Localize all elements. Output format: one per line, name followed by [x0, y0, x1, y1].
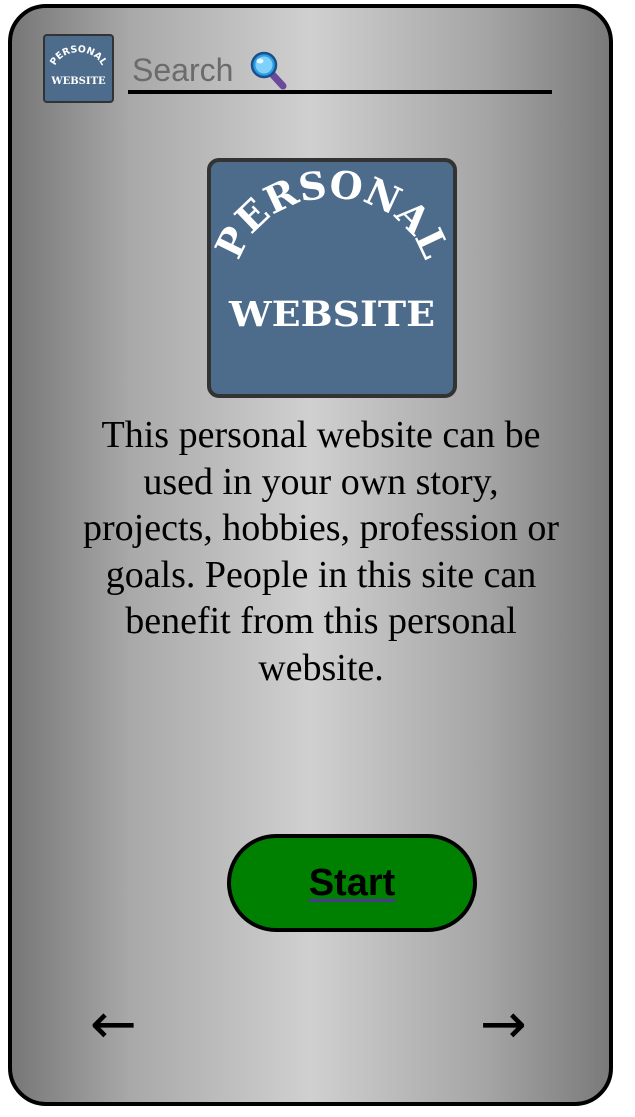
site-logo-small[interactable]: PERSONAL WEBSITE: [43, 34, 114, 103]
search-input[interactable]: [132, 52, 244, 88]
small-logo-arc-text: PERSONAL: [48, 44, 109, 67]
phone-frame: PERSONAL WEBSITE PERSONAL WEBSITE Th: [8, 4, 613, 1106]
logo-bottom-text: WEBSITE: [228, 294, 435, 335]
forward-arrow-icon[interactable]: →: [480, 997, 527, 1053]
site-logo-small-graphic: PERSONAL WEBSITE: [48, 44, 109, 87]
start-button-label: Start: [308, 861, 396, 904]
search-bar: [128, 50, 552, 94]
start-button[interactable]: Start: [227, 834, 477, 932]
site-description: This personal website can be used in you…: [83, 414, 559, 689]
back-arrow-icon[interactable]: ←: [90, 997, 137, 1053]
small-logo-bottom-text: WEBSITE: [50, 76, 106, 87]
search-icon[interactable]: [248, 50, 290, 90]
site-logo-graphic: PERSONAL WEBSITE: [206, 161, 458, 335]
site-logo: PERSONAL WEBSITE: [206, 158, 458, 398]
logo-arc-text: PERSONAL: [211, 162, 453, 265]
